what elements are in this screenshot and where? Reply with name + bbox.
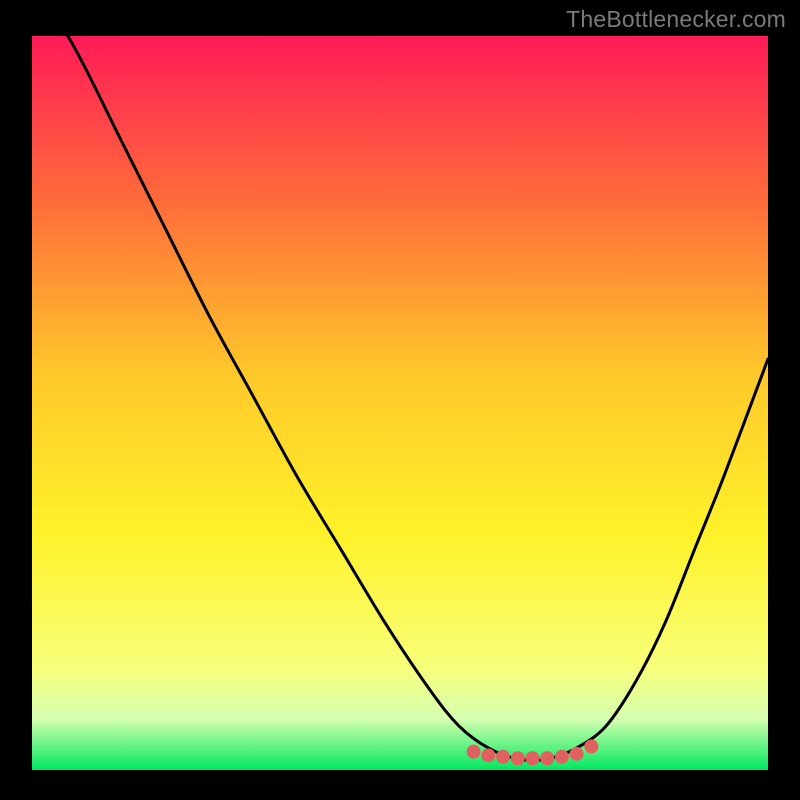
plot-area	[32, 36, 768, 770]
optimal-range-dot	[570, 747, 584, 761]
optimal-range-dot	[540, 751, 554, 765]
optimal-range-dot	[584, 740, 598, 754]
optimal-range-dot	[481, 748, 495, 762]
bottleneck-chart	[32, 36, 768, 770]
gradient-background	[32, 36, 768, 770]
optimal-range-dot	[496, 750, 510, 764]
attribution-text: TheBottlenecker.com	[566, 6, 786, 33]
optimal-range-dot	[511, 751, 525, 765]
optimal-range-dot	[525, 751, 539, 765]
chart-frame: TheBottlenecker.com	[0, 0, 800, 800]
optimal-range-dot	[467, 745, 481, 759]
optimal-range-dot	[555, 750, 569, 764]
